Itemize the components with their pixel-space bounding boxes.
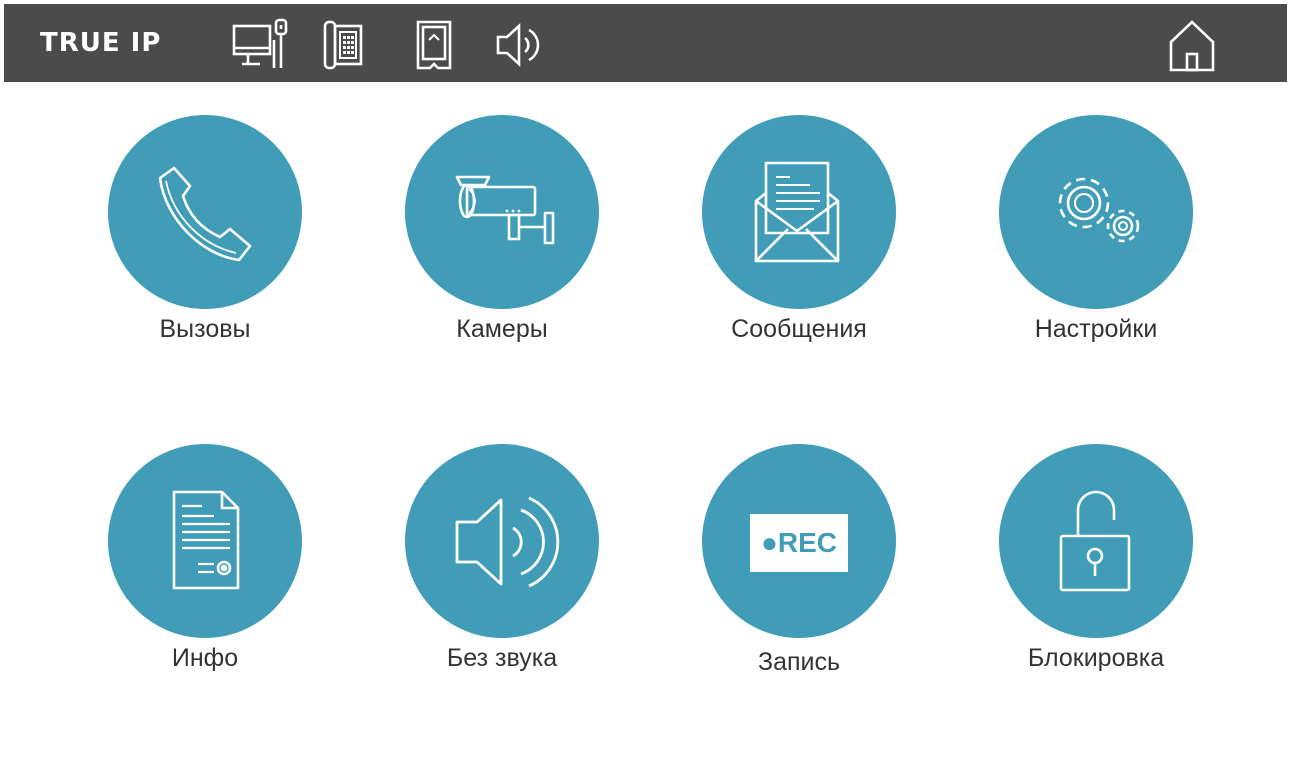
home-icon — [1169, 20, 1215, 72]
tile-settings[interactable]: Настройки — [966, 115, 1226, 355]
record-button[interactable]: ●REC — [702, 444, 896, 638]
cameras-button[interactable] — [405, 115, 599, 309]
calls-button[interactable] — [108, 115, 302, 309]
speaker-icon — [455, 496, 560, 588]
envelope-icon — [754, 161, 840, 263]
tile-record[interactable]: ●REC Запись — [669, 444, 929, 684]
monitor-icon[interactable] — [230, 16, 290, 74]
document-icon — [172, 490, 240, 590]
brand-logo: TRUE IP — [40, 28, 162, 58]
mute-label: Без звука — [446, 644, 558, 672]
mute-button[interactable] — [405, 444, 599, 638]
tile-mute[interactable]: Без звука — [372, 444, 632, 684]
settings-label: Настройки — [1034, 315, 1158, 343]
lock-button[interactable] — [999, 444, 1193, 638]
camera-icon — [455, 175, 555, 245]
gears-icon — [1058, 177, 1140, 243]
tile-messages[interactable]: Сообщения — [669, 115, 929, 355]
phone-icon — [158, 166, 252, 262]
top-bar: TRUE IP — [4, 4, 1287, 82]
messages-label: Сообщения — [731, 315, 867, 343]
sd-card-icon[interactable] — [412, 16, 456, 74]
unlocked-padlock-icon — [1059, 490, 1131, 592]
speaker-icon[interactable] — [494, 16, 548, 74]
tile-lock[interactable]: Блокировка — [966, 444, 1226, 684]
intercom-handset-icon[interactable] — [322, 16, 364, 74]
rec-icon: ●REC — [750, 514, 848, 572]
tile-info[interactable]: Инфо — [75, 444, 335, 684]
record-label: Запись — [757, 648, 841, 676]
info-button[interactable] — [108, 444, 302, 638]
lock-label: Блокировка — [1027, 644, 1165, 672]
rec-badge-text: ●REC — [761, 527, 837, 558]
tile-calls[interactable]: Вызовы — [75, 115, 335, 355]
settings-button[interactable] — [999, 115, 1193, 309]
home-button[interactable] — [1166, 18, 1218, 79]
info-label: Инфо — [171, 644, 239, 672]
cameras-label: Камеры — [456, 315, 548, 343]
messages-button[interactable] — [702, 115, 896, 309]
tile-cameras[interactable]: Камеры — [372, 115, 632, 355]
calls-label: Вызовы — [159, 315, 251, 343]
